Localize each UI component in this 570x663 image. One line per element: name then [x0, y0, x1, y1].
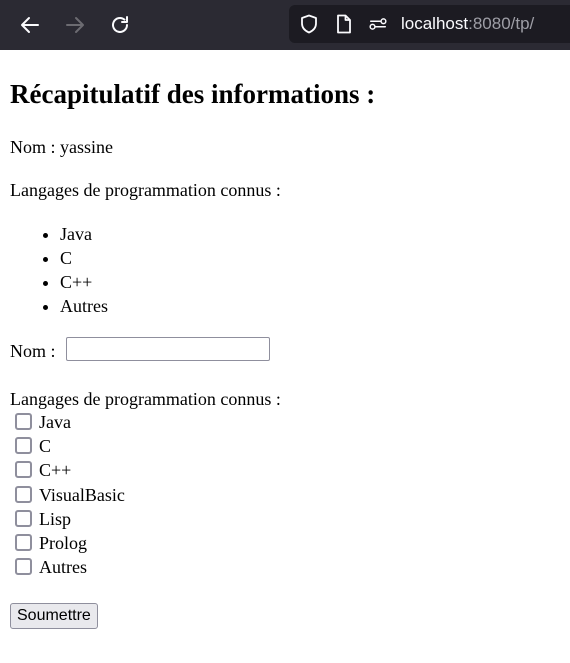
checkbox-icon[interactable]	[15, 534, 32, 551]
list-item: C	[60, 246, 108, 270]
checkbox-visualbasic[interactable]: VisualBasic	[15, 483, 125, 507]
shield-icon[interactable]	[299, 14, 319, 34]
checkbox-java[interactable]: Java	[15, 410, 71, 434]
checkbox-label: C	[39, 436, 52, 456]
page-title: Récapitulatif des informations :	[10, 79, 376, 109]
summary-langs-list: Java C C++ Autres	[10, 222, 108, 318]
checkbox-label: VisualBasic	[39, 485, 125, 505]
list-item: C++	[60, 270, 108, 294]
name-label: Nom :	[10, 341, 56, 361]
checkbox-label: Java	[39, 412, 71, 432]
address-bar[interactable]: localhost:8080/tp/	[289, 5, 570, 43]
checkbox-label: Prolog	[39, 533, 88, 553]
url-host: localhost	[401, 14, 469, 33]
checkbox-lisp[interactable]: Lisp	[15, 507, 71, 531]
list-item: Java	[60, 222, 108, 246]
checkbox-cpp[interactable]: C++	[15, 458, 71, 482]
checkbox-autres[interactable]: Autres	[15, 555, 87, 579]
back-icon[interactable]	[15, 10, 45, 40]
checkbox-icon[interactable]	[15, 413, 32, 430]
summary-langs-label: Langages de programmation connus :	[10, 180, 281, 200]
list-item: Autres	[60, 294, 108, 318]
browser-toolbar: localhost:8080/tp/	[0, 0, 570, 50]
checkbox-icon[interactable]	[15, 437, 32, 454]
checkbox-label: C++	[39, 460, 72, 480]
checkbox-c[interactable]: C	[15, 434, 51, 458]
checkbox-label: Autres	[39, 557, 87, 577]
permissions-icon[interactable]	[368, 14, 388, 34]
checkbox-label: Lisp	[39, 509, 72, 529]
page-icon[interactable]	[334, 14, 354, 34]
checkbox-icon[interactable]	[15, 510, 32, 527]
summary-name: Nom : yassine	[10, 137, 113, 157]
reload-icon[interactable]	[105, 10, 135, 40]
checkbox-icon[interactable]	[15, 558, 32, 575]
checkbox-icon[interactable]	[15, 486, 32, 503]
langs-label: Langages de programmation connus :	[10, 389, 281, 409]
checkbox-prolog[interactable]: Prolog	[15, 531, 87, 555]
url-port-path: :8080/tp/	[468, 14, 535, 33]
checkbox-icon[interactable]	[15, 461, 32, 478]
submit-button[interactable]: Soumettre	[10, 603, 98, 629]
forward-icon[interactable]	[60, 10, 90, 40]
url-text[interactable]: localhost:8080/tp/	[401, 14, 534, 34]
name-input[interactable]	[66, 337, 270, 361]
